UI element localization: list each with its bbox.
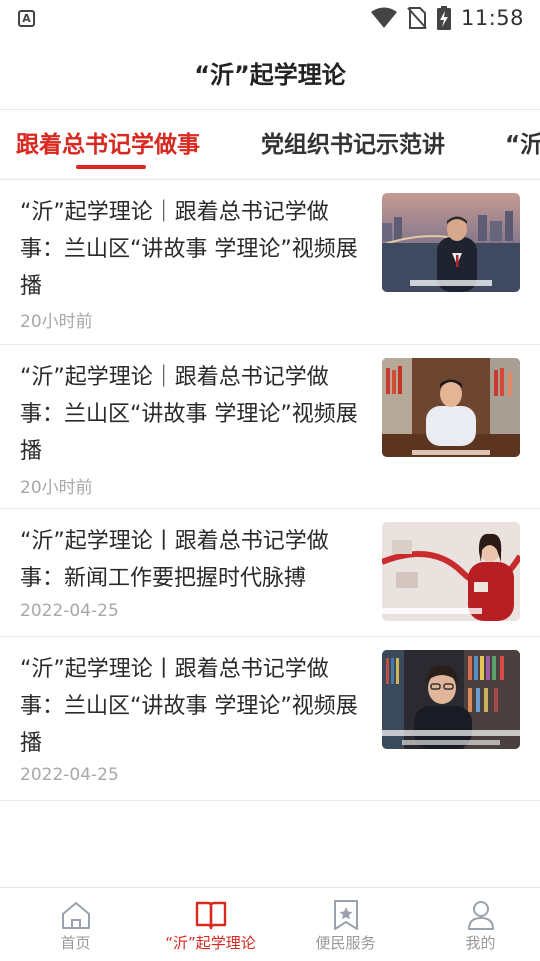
tab-truncated[interactable]: “沂: [505, 128, 540, 162]
news-item[interactable]: “沂”起学理论｜跟着总书记学做事：兰山区“讲故事 学理论”视频展播 20小时前: [0, 180, 540, 345]
nav-label: 首页: [60, 934, 91, 952]
nav-profile[interactable]: 我的: [413, 888, 540, 961]
news-item-title[interactable]: “沂”起学理论丨跟着总书记学做事：新闻工作要把握时代脉搏: [20, 523, 365, 597]
bookmark-star-icon: [333, 900, 358, 930]
news-thumbnail[interactable]: [382, 522, 520, 621]
status-bar: A 11:58: [0, 0, 540, 36]
clock: 11:58: [460, 6, 524, 30]
wifi-icon: [370, 7, 397, 28]
page-title: “沂”起学理论: [194, 61, 346, 89]
news-item[interactable]: “沂”起学理论丨跟着总书记学做事：新闻工作要把握时代脉搏 2022-04-25: [0, 509, 540, 637]
tab-party-secretary-lectures[interactable]: 党组织书记示范讲: [261, 128, 445, 162]
news-item-title[interactable]: “沂”起学理论｜跟着总书记学做事：兰山区“讲故事 学理论”视频展播: [20, 194, 365, 305]
no-sim-icon: [407, 7, 427, 29]
user-icon: [467, 901, 494, 930]
nav-label: 便民服务: [315, 934, 376, 952]
app-notification-icon: A: [18, 9, 35, 27]
active-tab-indicator: [76, 165, 146, 169]
tab-follow-general-secretary[interactable]: 跟着总书记学做事: [16, 128, 200, 162]
news-item-time: 2022-04-25: [20, 765, 119, 785]
news-item-title[interactable]: “沂”起学理论丨跟着总书记学做事：兰山区“讲故事 学理论”视频展播: [20, 651, 365, 762]
news-item-time: 2022-04-25: [20, 601, 119, 621]
news-item[interactable]: “沂”起学理论｜跟着总书记学做事：兰山区“讲故事 学理论”视频展播 20小时前: [0, 345, 540, 509]
bottom-navigation: 首页 “沂”起学理论 便民服务 我的: [0, 887, 540, 960]
nav-label: “沂”起学理论: [165, 934, 256, 952]
home-icon: [61, 902, 90, 929]
battery-charging-icon: [436, 6, 451, 30]
nav-label: 我的: [465, 934, 496, 952]
news-thumbnail[interactable]: [382, 193, 520, 292]
nav-services[interactable]: 便民服务: [278, 888, 413, 961]
category-tabs: 跟着总书记学做事 党组织书记示范讲 “沂: [0, 110, 540, 180]
news-item-time: 20小时前: [20, 478, 93, 498]
news-item[interactable]: “沂”起学理论丨跟着总书记学做事：兰山区“讲故事 学理论”视频展播 2022-0…: [0, 637, 540, 801]
news-feed: “沂”起学理论｜跟着总书记学做事：兰山区“讲故事 学理论”视频展播 20小时前: [0, 180, 540, 801]
title-bar: “沂”起学理论: [0, 36, 540, 110]
nav-home[interactable]: 首页: [8, 888, 143, 961]
news-item-title[interactable]: “沂”起学理论｜跟着总书记学做事：兰山区“讲故事 学理论”视频展播: [20, 359, 365, 470]
book-icon: [195, 901, 226, 930]
news-thumbnail[interactable]: [382, 358, 520, 457]
news-thumbnail[interactable]: [382, 650, 520, 749]
news-item-time: 20小时前: [20, 312, 93, 332]
nav-learn-theory[interactable]: “沂”起学理论: [143, 888, 278, 961]
